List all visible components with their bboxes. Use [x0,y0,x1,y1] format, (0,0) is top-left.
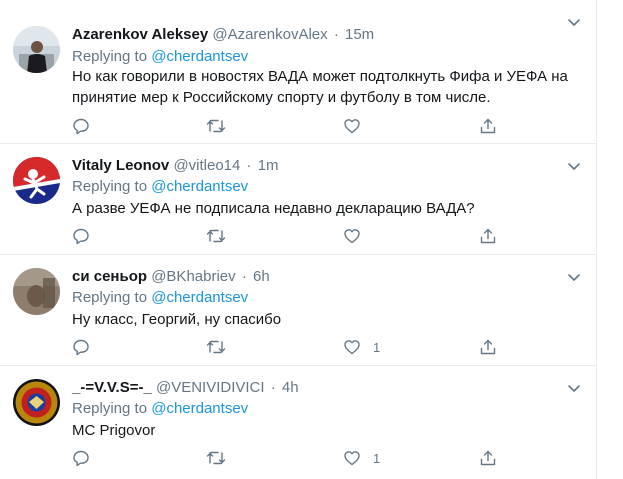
avatar[interactable] [13,157,60,204]
share-button[interactable] [479,116,497,136]
timestamp[interactable]: 4h [282,379,299,396]
replying-label: Replying to [72,289,152,306]
tweet-header: Vitaly Leonov @vitleo14 · 1m [72,156,279,176]
like-button[interactable]: 1 [343,337,380,357]
share-icon [479,227,497,245]
timestamp[interactable]: 15m [345,26,374,43]
chevron-down-icon[interactable] [566,158,582,174]
user-handle[interactable]: @AzarenkovAlex [212,26,327,43]
display-name[interactable]: си сеньор [72,268,147,285]
retweet-icon [206,227,226,245]
replying-label: Replying to [72,400,152,417]
share-icon [479,449,497,467]
reply-button[interactable] [72,226,90,246]
share-icon [479,117,497,135]
tweet-text: А разве УЕФА не подписала недавно деклар… [72,198,572,219]
chevron-down-icon[interactable] [566,380,582,396]
tweet-actions: 1 [72,448,512,468]
share-icon [479,338,497,356]
mention-link[interactable]: @cherdantsev [151,178,248,195]
user-handle[interactable]: @VENIVIDIVICI [156,379,265,396]
reply-icon [72,449,90,467]
retweet-icon [206,449,226,467]
like-button[interactable] [343,226,373,246]
avatar[interactable] [13,379,60,426]
tweet-text-line: А разве УЕФА не подписала недавно деклар… [72,200,475,217]
separator: · [333,26,339,43]
retweet-icon [206,338,226,356]
retweet-button[interactable] [206,226,226,246]
timestamp[interactable]: 1m [258,157,279,174]
tweet-actions [72,226,512,246]
retweet-button[interactable] [206,337,226,357]
replying-to: Replying to @cherdantsev [72,287,248,308]
avatar[interactable] [13,268,60,315]
reply-icon [72,227,90,245]
like-count: 1 [373,450,381,466]
tweet-feed: Azarenkov Aleksey @AzarenkovAlex · 15m R… [0,0,597,479]
tweet-text: Ну класс, Георгий, ну спасибо [72,309,572,330]
mention-link[interactable]: @cherdantsev [151,48,248,65]
tweet-text-line: Но как говорили в новостях ВАДА может по… [72,68,568,85]
reply-button[interactable] [72,337,90,357]
tweet-1[interactable]: Azarenkov Aleksey @AzarenkovAlex · 15m R… [0,0,596,144]
user-handle[interactable]: @BKhabriev [151,268,235,285]
replying-label: Replying to [72,178,152,195]
like-button[interactable]: 1 [343,448,380,468]
retweet-button[interactable] [206,448,226,468]
display-name[interactable]: _-=V.V.S=-_ [72,379,152,396]
retweet-icon [206,117,226,135]
tweet-text-line: MC Prigovor [72,422,156,439]
tweet-text-line: Ну класс, Георгий, ну спасибо [72,311,282,328]
heart-icon [343,117,361,135]
mention-link[interactable]: @cherdantsev [151,400,248,417]
separator: · [241,268,247,285]
reply-button[interactable] [72,448,90,468]
tweet-header: Azarenkov Aleksey @AzarenkovAlex · 15m [72,25,374,45]
reply-icon [72,117,90,135]
chevron-down-icon[interactable] [566,14,582,30]
chevron-down-icon[interactable] [566,269,582,285]
replying-to: Replying to @cherdantsev [72,46,248,67]
tweet-3[interactable]: си сеньор @BKhabriev · 6h Replying to @c… [0,255,596,366]
display-name[interactable]: Azarenkov Aleksey [72,26,208,43]
share-button[interactable] [479,337,497,357]
mention-link[interactable]: @cherdantsev [151,289,248,306]
replying-to: Replying to @cherdantsev [72,176,248,197]
tweet-text: Но как говорили в новостях ВАДА может по… [72,66,572,108]
share-button[interactable] [479,448,497,468]
reply-icon [72,338,90,356]
tweet-header: си сеньор @BKhabriev · 6h [72,267,270,287]
timestamp[interactable]: 6h [253,268,270,285]
tweet-2[interactable]: Vitaly Leonov @vitleo14 · 1m Replying to… [0,144,596,255]
separator: · [270,379,276,396]
retweet-button[interactable] [206,116,226,136]
heart-icon [343,338,361,356]
tweet-actions [72,116,512,136]
like-count: 1 [373,339,381,355]
tweet-text-line: принятие мер к Российскому спорту и футб… [72,89,491,106]
like-button[interactable] [343,116,373,136]
heart-icon [343,227,361,245]
user-handle[interactable]: @vitleo14 [173,157,240,174]
avatar[interactable] [13,26,60,73]
reply-button[interactable] [72,116,90,136]
share-button[interactable] [479,226,497,246]
tweet-actions: 1 [72,337,512,357]
display-name[interactable]: Vitaly Leonov [72,157,169,174]
separator: · [246,157,252,174]
tweet-text: MC Prigovor [72,420,572,441]
replying-to: Replying to @cherdantsev [72,398,248,419]
tweet-header: _-=V.V.S=-_ @VENIVIDIVICI · 4h [72,378,299,398]
heart-icon [343,449,361,467]
replying-label: Replying to [72,48,152,65]
tweet-4[interactable]: _-=V.V.S=-_ @VENIVIDIVICI · 4h Replying … [0,366,596,479]
